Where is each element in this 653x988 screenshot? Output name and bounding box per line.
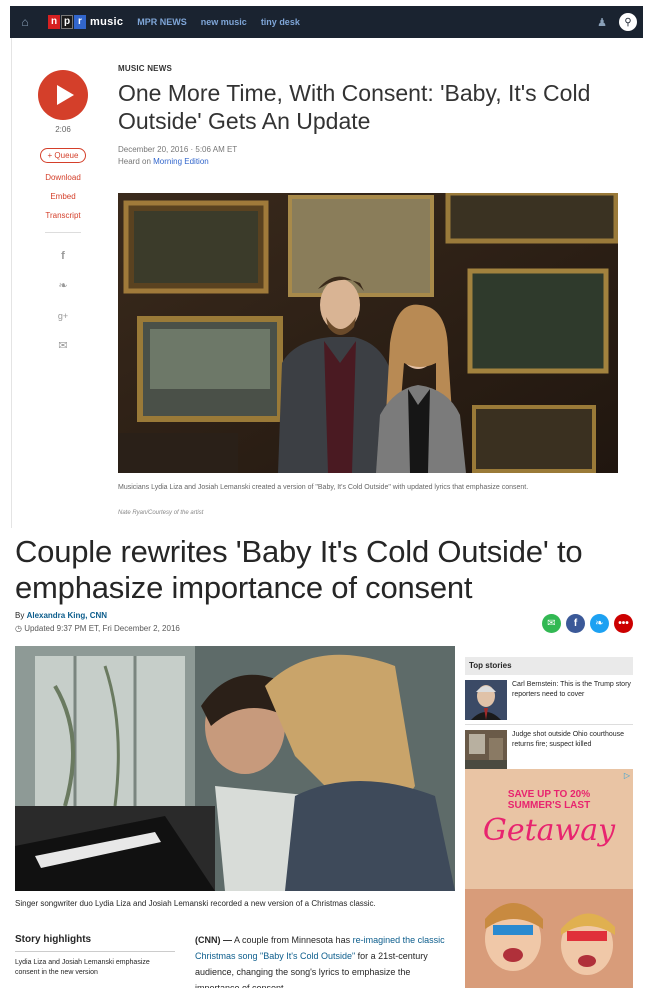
more-share-icon[interactable]: ••• bbox=[614, 614, 633, 633]
nav-right-group: ♟ ⚲ bbox=[597, 13, 637, 31]
twitter-share-icon[interactable]: ❧ bbox=[590, 614, 609, 633]
author-link[interactable]: Alexandra King, CNN bbox=[27, 611, 107, 620]
cnn-photo-caption: Singer songwriter duo Lydia Liza and Jos… bbox=[15, 899, 376, 908]
home-icon[interactable]: ⌂ bbox=[14, 6, 36, 38]
audio-player-sidebar: 2:06 + Queue Download Embed Transcript f… bbox=[28, 70, 98, 353]
embed-link[interactable]: Embed bbox=[28, 192, 98, 201]
top-stories-panel: Top stories Carl Bernstein: This is the … bbox=[465, 657, 633, 775]
highlight-item: Lydia Liza and Josiah Lemanski emphasize… bbox=[15, 959, 150, 976]
article-title: One More Time, With Consent: 'Baby, It's… bbox=[118, 80, 591, 134]
queue-button[interactable]: + Queue bbox=[39, 148, 87, 163]
top-story-item[interactable]: Carl Bernstein: This is the Trump story … bbox=[465, 680, 633, 725]
npr-article-header: MUSIC NEWS One More Time, With Consent: … bbox=[118, 64, 628, 166]
cnn-share-bar: ✉ f ❧ ••• bbox=[537, 614, 633, 633]
photo-credit: Nate Ryan/Courtesy of the artist bbox=[118, 510, 204, 516]
article-kicker[interactable]: MUSIC NEWS bbox=[118, 64, 628, 73]
photo-caption: Musicians Lydia Liza and Josiah Lemanski… bbox=[118, 484, 529, 491]
facebook-icon[interactable]: f bbox=[56, 249, 70, 263]
search-icon[interactable]: ⚲ bbox=[619, 13, 637, 31]
cnn-hero-photo[interactable] bbox=[15, 646, 455, 891]
musicians-photo bbox=[118, 193, 618, 473]
download-link[interactable]: Download bbox=[28, 173, 98, 182]
nav-link-tiny-desk[interactable]: tiny desk bbox=[261, 17, 300, 27]
ad-line-1: SAVE UP TO 20% bbox=[507, 789, 591, 800]
heard-on-line: Heard on Morning Edition bbox=[118, 157, 628, 166]
clock-icon: ◷ bbox=[15, 624, 25, 633]
npr-music-logo[interactable]: n p r music bbox=[48, 15, 123, 29]
transcript-link[interactable]: Transcript bbox=[28, 211, 98, 220]
twitter-icon[interactable]: ❧ bbox=[56, 279, 70, 293]
top-story-headline[interactable]: Carl Bernstein: This is the Trump story … bbox=[512, 680, 633, 720]
play-icon bbox=[57, 85, 74, 105]
ad-choices-icon[interactable]: ▷ bbox=[624, 771, 630, 780]
ad-headline: SAVE UP TO 20% SUMMER'S LAST bbox=[465, 789, 633, 811]
sidebar-divider bbox=[45, 232, 81, 233]
nav-link-new-music[interactable]: new music bbox=[201, 17, 247, 27]
npr-article-section: ⌂ n p r music MPR NEWS new music tiny de… bbox=[0, 0, 653, 528]
ad-script-text: Getaway bbox=[482, 813, 616, 848]
updated-text: Updated 9:37 PM ET, Fri December 2, 2016 bbox=[24, 624, 180, 633]
ad-line-2: SUMMER'S LAST bbox=[507, 800, 591, 811]
top-story-thumbnail bbox=[465, 730, 507, 770]
left-gutter bbox=[0, 38, 12, 528]
article-date: December 20, 2016 · 5:06 AM ET bbox=[118, 145, 238, 154]
cnn-updated-time: ◷ Updated 9:37 PM ET, Fri December 2, 20… bbox=[15, 624, 180, 633]
highlights-divider bbox=[15, 951, 175, 952]
audio-duration: 2:06 bbox=[55, 125, 71, 134]
google-plus-icon[interactable]: g+ bbox=[56, 309, 70, 323]
logo-music-text: music bbox=[90, 16, 124, 28]
logo-letter-p: p bbox=[61, 15, 73, 29]
cnn-article-section: Couple rewrites 'Baby It's Cold Outside'… bbox=[0, 528, 653, 988]
play-button[interactable] bbox=[38, 70, 88, 120]
story-highlights-title: Story highlights bbox=[15, 934, 92, 945]
email-icon[interactable]: ✉ bbox=[56, 339, 70, 353]
morning-edition-link[interactable]: Morning Edition bbox=[153, 157, 209, 166]
advertisement[interactable]: ▷ SAVE UP TO 20% SUMMER'S LAST Getaway bbox=[465, 769, 633, 988]
body-text-1: A couple from Minnesota has bbox=[232, 935, 353, 945]
top-stories-title: Top stories bbox=[465, 657, 633, 675]
facebook-share-icon[interactable]: f bbox=[566, 614, 585, 633]
top-story-thumbnail bbox=[465, 680, 507, 720]
heard-on-prefix: Heard on bbox=[118, 157, 154, 166]
logo-letter-r: r bbox=[74, 15, 86, 29]
cnn-byline: By Alexandra King, CNN bbox=[15, 611, 107, 620]
byline-prefix: By bbox=[15, 611, 27, 620]
logo-letter-n: n bbox=[48, 15, 60, 29]
dateline: (CNN) — bbox=[195, 935, 232, 945]
nav-link-mpr-news[interactable]: MPR NEWS bbox=[137, 17, 187, 27]
npr-top-nav: ⌂ n p r music MPR NEWS new music tiny de… bbox=[10, 6, 643, 38]
email-share-icon[interactable]: ✉ bbox=[542, 614, 561, 633]
top-story-headline[interactable]: Judge shot outside Ohio courthouse retur… bbox=[512, 730, 633, 770]
cnn-headline: Couple rewrites 'Baby It's Cold Outside'… bbox=[15, 534, 583, 605]
couple-at-piano-photo bbox=[15, 646, 455, 891]
npr-hero-photo bbox=[118, 193, 618, 473]
user-icon[interactable]: ♟ bbox=[597, 16, 607, 29]
cnn-body-paragraph: (CNN) — A couple from Minnesota has re-i… bbox=[195, 932, 455, 988]
